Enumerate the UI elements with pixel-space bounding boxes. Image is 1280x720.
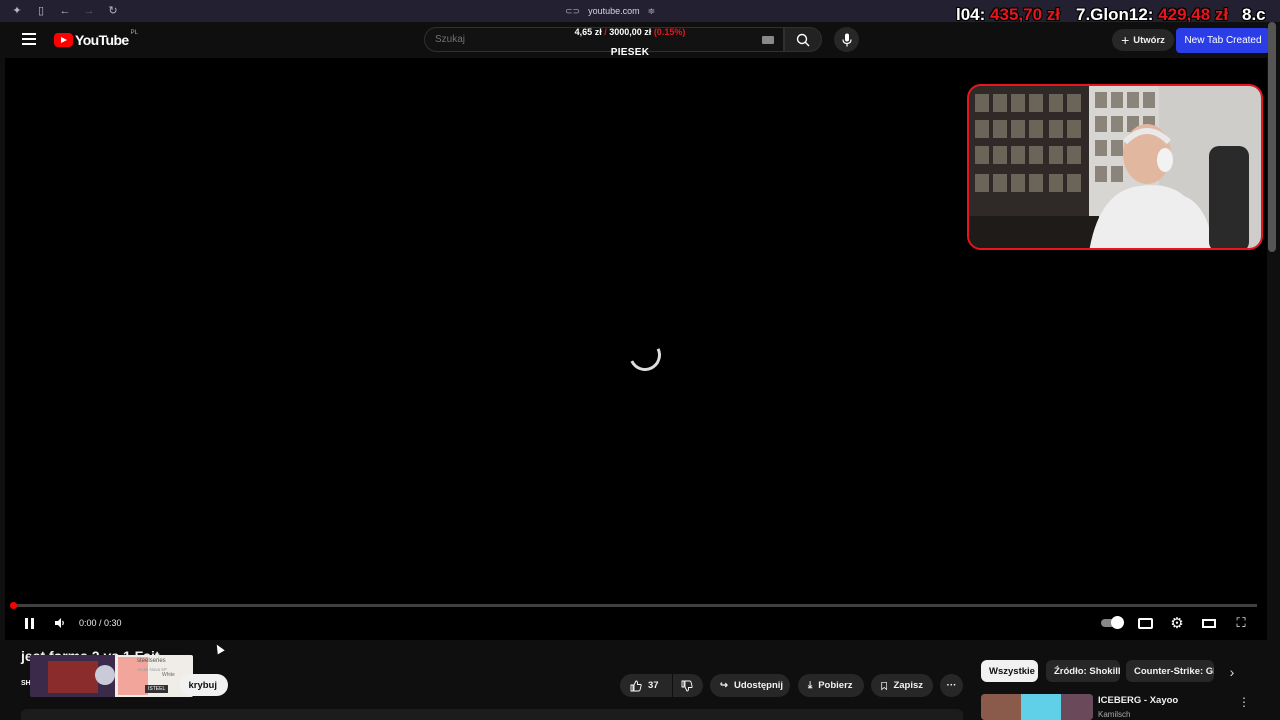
back-icon[interactable]: ← [58, 4, 72, 18]
search-button[interactable] [784, 27, 822, 52]
chevron-right-icon[interactable]: › [1222, 662, 1242, 682]
thumbs-up-icon [630, 680, 642, 691]
youtube-logo[interactable]: YouTube PL [54, 30, 138, 48]
progress-bar[interactable] [13, 604, 1257, 607]
subscribe-button[interactable]: krybuj [180, 674, 228, 696]
donation-separator: / [604, 27, 607, 37]
sidebar-icon[interactable]: ▯ [34, 4, 48, 18]
donation-name: PIESEK [610, 47, 650, 58]
youtube-play-icon [54, 33, 73, 47]
like-count: 37 [648, 680, 659, 691]
recommendation-title[interactable]: ICEBERG - Xayoo [1098, 695, 1178, 706]
volume-icon[interactable] [53, 614, 67, 632]
guide-menu-icon[interactable] [22, 33, 36, 45]
dislike-button[interactable] [673, 674, 703, 697]
voice-search-button[interactable] [834, 27, 859, 52]
chip-all[interactable]: Wszystkie [981, 660, 1038, 682]
create-label: Utwórz [1133, 34, 1165, 46]
download-button[interactable]: ⤓ Pobierz [798, 674, 864, 697]
donation-goal-amount: 3000,00 zł [609, 27, 652, 37]
recommendation-channel[interactable]: Kamilsch [1098, 710, 1130, 719]
time-display: 0:00 / 0:30 [79, 618, 122, 628]
share-button[interactable]: ↪ Udostępnij [710, 674, 790, 697]
country-code: PL [130, 30, 138, 36]
new-tab-notification[interactable]: New Tab Created [1176, 28, 1270, 53]
microphone-icon [841, 33, 852, 46]
autoplay-toggle[interactable] [1100, 614, 1124, 632]
more-actions-button[interactable]: ··· [940, 674, 963, 697]
chip-counter-strike[interactable]: Counter-Strike: Gl [1126, 660, 1214, 682]
webcam-overlay [967, 84, 1263, 250]
thumbnail-image [981, 694, 1093, 720]
pause-button[interactable] [23, 614, 35, 632]
donation-percent: (0.15%) [653, 27, 686, 37]
like-button[interactable]: 37 [620, 674, 672, 697]
loading-spinner-icon [624, 334, 666, 376]
share-icon: ↪ [720, 680, 728, 691]
subtitles-icon[interactable] [1137, 614, 1153, 632]
fullscreen-icon[interactable]: ⛶ [1233, 614, 1249, 632]
ad-color-label: White [162, 672, 175, 678]
tune-icon[interactable]: ≑ [648, 6, 656, 17]
donation-current: 4,65 zł [574, 27, 602, 37]
bookmark-icon [881, 681, 888, 690]
address-bar[interactable]: ⊂⊃ youtube.com ≑ [565, 3, 685, 19]
create-button[interactable]: + Utwórz [1112, 29, 1174, 51]
reload-icon[interactable]: ↻ [106, 4, 120, 18]
ad-brand: steelseries [137, 658, 166, 664]
donation-goal: 4,65 zł / 3000,00 zł (0.15%) [530, 27, 730, 37]
plus-icon: + [1121, 32, 1130, 48]
chip-source[interactable]: Źródło: Shokill [1046, 660, 1120, 682]
browser-menu-icon[interactable]: ✦ [10, 4, 24, 18]
share-label: Udostępnij [733, 680, 784, 691]
search-placeholder: Szukaj [435, 34, 466, 45]
mouse-cursor-icon [213, 642, 225, 655]
download-icon: ⤓ [808, 680, 813, 691]
search-icon [796, 33, 810, 46]
recommendation-thumbnail[interactable] [981, 694, 1093, 720]
save-label: Zapisz [893, 680, 923, 691]
page-scrollbar[interactable] [1268, 22, 1276, 252]
thumbs-down-icon [681, 680, 693, 691]
youtube-wordmark: YouTube [75, 32, 129, 48]
description-box[interactable] [21, 709, 963, 720]
theater-mode-icon[interactable] [1201, 614, 1217, 632]
url-text: youtube.com [588, 6, 640, 16]
more-vert-icon[interactable]: ⋮ [1238, 695, 1250, 711]
download-label: Pobierz [818, 680, 853, 691]
forward-icon[interactable]: → [82, 4, 96, 18]
progress-scrubber[interactable] [10, 602, 17, 609]
settings-gear-icon[interactable]: ⚙ [1169, 614, 1185, 632]
ad-shop-label: ISTEEL [145, 685, 169, 693]
save-button[interactable]: Zapisz [871, 674, 933, 697]
webcam-feed [969, 86, 1261, 248]
link-icon: ⊂⊃ [565, 5, 581, 16]
keyboard-icon[interactable] [762, 36, 774, 44]
sponsor-ad-banner[interactable]: steelseries Arctis Nova 5P White ISTEEL [30, 655, 193, 697]
